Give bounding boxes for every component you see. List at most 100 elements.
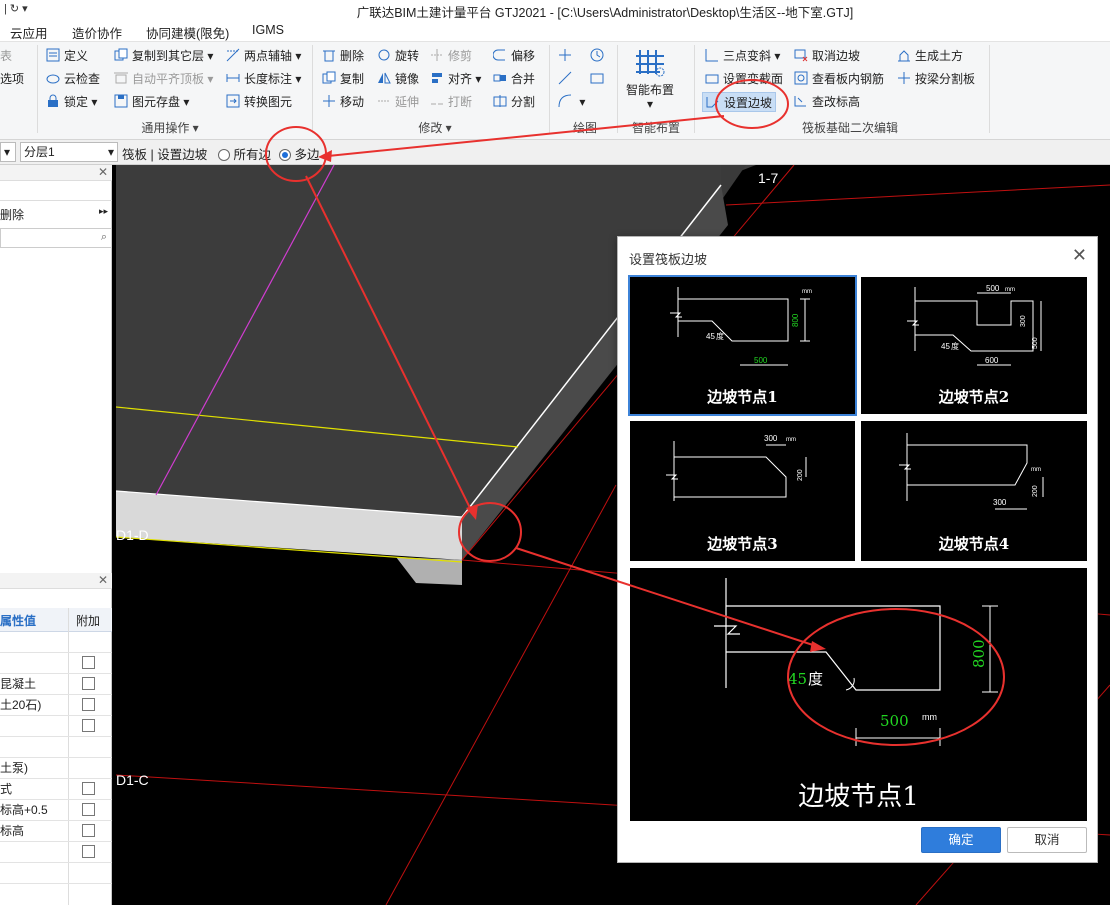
extend-button[interactable]: 延伸: [377, 92, 419, 112]
slope-node-option-1[interactable]: 800 500 45 度 mm 边坡节点1: [628, 275, 857, 416]
copy-button[interactable]: 复制: [322, 69, 364, 89]
align-label: 对齐: [448, 72, 473, 86]
delete-button[interactable]: 删除: [322, 46, 364, 66]
ok-button[interactable]: 确定: [921, 827, 1001, 853]
row-checkbox[interactable]: [82, 677, 95, 690]
group-label-raft-edit: 筏板基础二次编辑: [801, 121, 898, 135]
row-checkbox[interactable]: [82, 845, 95, 858]
slope-icon: [705, 48, 719, 62]
convert-element-button[interactable]: 转换图元: [226, 92, 292, 112]
table-row[interactable]: [0, 632, 112, 653]
row-checkbox[interactable]: [82, 698, 95, 711]
split-by-beam-button[interactable]: 按梁分割板: [897, 69, 975, 89]
group-label-modify[interactable]: 修改 ▾: [395, 119, 475, 136]
draw-point-button[interactable]: [558, 46, 576, 66]
option-caption: 边坡节点2: [938, 388, 1010, 406]
table-row[interactable]: 土泵): [0, 758, 112, 779]
save-element-button[interactable]: 图元存盘 ▾: [114, 92, 189, 112]
set-slope-button[interactable]: 设置边坡: [702, 92, 777, 112]
row-checkbox[interactable]: [82, 824, 95, 837]
offset-button[interactable]: 偏移: [492, 46, 535, 66]
table-row[interactable]: [0, 737, 112, 758]
slope-node-option-2[interactable]: 500 600 300 500 45 度 mm 边坡节点2: [861, 277, 1087, 414]
menu-collab-modeling[interactable]: 协同建模(限免): [146, 23, 229, 42]
generate-earthwork-button[interactable]: 生成土方: [897, 46, 963, 66]
table-row[interactable]: [0, 653, 112, 674]
offset-icon: [492, 48, 507, 62]
ribbon-partial-options[interactable]: 选项: [0, 69, 24, 89]
layer-combo[interactable]: 分层1 ▾: [20, 142, 118, 162]
dim-height: 200: [797, 469, 804, 481]
window-title: 广联达BIM土建计量平台 GTJ2021 - [C:\Users\Adminis…: [356, 6, 854, 20]
view-rebar-button[interactable]: 查看板内钢筋: [794, 69, 884, 89]
floor-combo-partial[interactable]: ▾: [0, 142, 16, 162]
draw-rotate-point-button[interactable]: [590, 46, 608, 66]
align-button[interactable]: 对齐 ▾: [430, 69, 481, 89]
menu-igms[interactable]: IGMS: [252, 23, 284, 37]
dim-angle: 45: [706, 332, 715, 341]
view-rebar-label: 查看板内钢筋: [812, 72, 885, 86]
row-checkbox[interactable]: [82, 803, 95, 816]
option-caption: 边坡节点4: [938, 535, 1010, 553]
ribbon-separator: [312, 45, 313, 133]
lock-button[interactable]: 锁定 ▾: [46, 92, 97, 112]
point-icon: [558, 48, 572, 62]
table-row[interactable]: 标高: [0, 821, 112, 842]
table-row[interactable]: 标高+0.5: [0, 800, 112, 821]
variable-section-button[interactable]: 设置变截面: [705, 69, 783, 89]
row-checkbox[interactable]: [82, 656, 95, 669]
table-row[interactable]: [0, 863, 112, 884]
move-button[interactable]: 移动: [322, 92, 364, 112]
ribbon-partial-1[interactable]: 表: [0, 46, 12, 66]
arc-icon: [558, 94, 572, 108]
radio-multi-edges[interactable]: 多边: [279, 144, 320, 163]
group-modify-text: 修改: [418, 121, 443, 135]
menu-cost-collab[interactable]: 造价协作: [72, 23, 122, 42]
table-row[interactable]: 式: [0, 779, 112, 800]
trim-button[interactable]: 修剪: [430, 46, 472, 66]
draw-line-button[interactable]: [558, 69, 576, 89]
define-button[interactable]: 定义: [46, 46, 88, 66]
two-point-axis-button[interactable]: 两点辅轴 ▾: [226, 46, 301, 66]
break-button[interactable]: 打断: [430, 92, 472, 112]
cancel-slope-button[interactable]: 取消边坡: [794, 46, 860, 66]
auto-align-top-button[interactable]: 自动平齐顶板 ▾: [114, 69, 213, 89]
radio-all-edges[interactable]: 所有边: [218, 144, 271, 163]
draw-rect-button[interactable]: [590, 69, 608, 89]
slope-node-option-4[interactable]: 300 200 mm 边坡节点4: [861, 421, 1087, 561]
smart-layout-button[interactable]: 智能布置 ▾: [622, 46, 678, 116]
breadcrumb: 筏板 | 设置边坡: [122, 148, 208, 162]
merge-button[interactable]: 合并: [493, 69, 535, 89]
row-value: 昆凝土: [0, 677, 37, 691]
dim-height: 800: [791, 313, 800, 327]
modify-elevation-button[interactable]: 查改标高: [794, 92, 860, 112]
length-dimension-button[interactable]: 长度标注 ▾: [226, 69, 301, 89]
dimension-icon: [226, 71, 240, 85]
close-icon[interactable]: ✕: [1072, 245, 1087, 266]
three-point-slope-button[interactable]: 三点变斜 ▾: [705, 46, 780, 66]
copy-to-layer-button[interactable]: 复制到其它层 ▾: [114, 46, 213, 66]
rotate-button[interactable]: 旋转: [377, 46, 419, 66]
table-row[interactable]: 昆凝土: [0, 674, 112, 695]
cancel-slope-icon: [794, 48, 808, 62]
delete-component-button[interactable]: 删除: [0, 206, 24, 223]
row-checkbox[interactable]: [82, 782, 95, 795]
slope-node-option-3[interactable]: 300 200 mm 边坡节点3: [630, 421, 855, 561]
component-search-input[interactable]: ⌕: [0, 228, 112, 248]
panel-toolbar: 删除 ▸▸: [0, 183, 112, 222]
draw-arc-button[interactable]: ▾: [558, 92, 585, 112]
close-icon[interactable]: ✕: [98, 165, 108, 179]
row-checkbox[interactable]: [82, 719, 95, 732]
cloud-check-button[interactable]: 云检查: [46, 69, 100, 89]
mirror-button[interactable]: 镜像: [377, 69, 419, 89]
table-row[interactable]: 土20石): [0, 695, 112, 716]
more-icon[interactable]: ▸▸: [99, 206, 108, 217]
menu-cloud-app[interactable]: 云应用: [10, 23, 48, 42]
table-row[interactable]: [0, 842, 112, 863]
close-icon[interactable]: ✕: [98, 573, 108, 587]
split-button[interactable]: 分割: [493, 92, 535, 112]
table-row[interactable]: [0, 716, 112, 737]
group-label-general[interactable]: 通用操作 ▾: [120, 119, 220, 136]
slope-node-preview: 500 mm 800 45 度 边坡节点1: [630, 568, 1087, 821]
cancel-button[interactable]: 取消: [1007, 827, 1087, 853]
